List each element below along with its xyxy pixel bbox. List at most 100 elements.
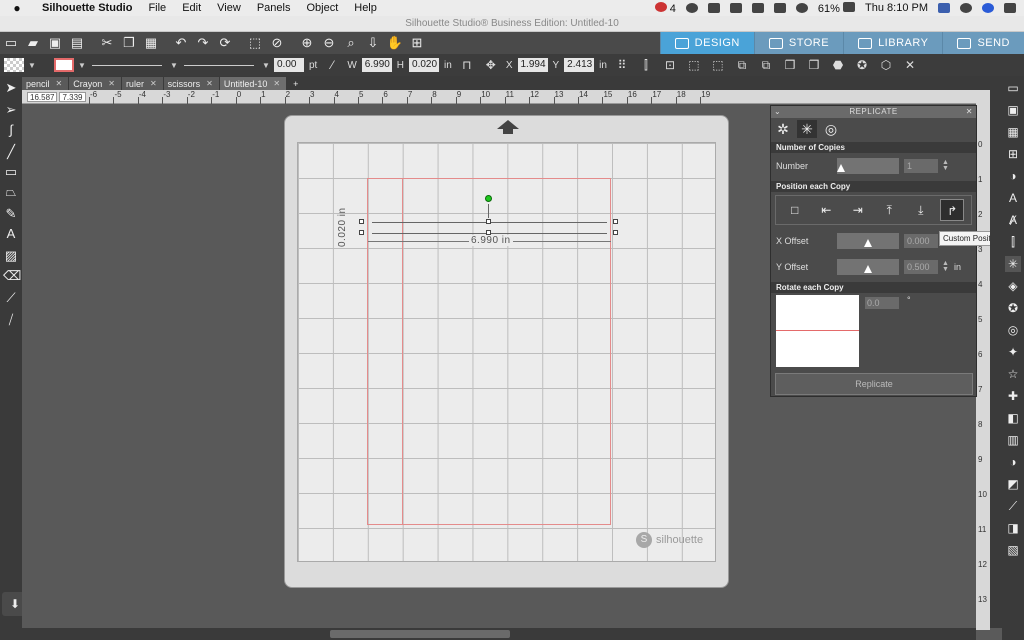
y-offset-input[interactable]: 0.500	[904, 260, 938, 274]
line-width-input[interactable]: 0.00	[274, 58, 304, 72]
eraser-icon[interactable]: ⌫	[3, 268, 21, 284]
warp-icon[interactable]: ⟋	[1005, 498, 1021, 514]
position-right-icon[interactable]: ⇥	[846, 199, 870, 221]
handle-bottom-left[interactable]	[359, 230, 364, 235]
offset-icon[interactable]: ✪	[853, 57, 871, 73]
horizontal-scrollbar[interactable]	[22, 628, 976, 640]
doc-tab-scissors[interactable]: scissors ✕	[163, 77, 219, 90]
close-icon[interactable]: ✕	[273, 79, 280, 88]
slider-knob[interactable]	[864, 265, 872, 273]
grid-settings-icon[interactable]: ▦	[1005, 124, 1021, 140]
close-icon[interactable]: ✕	[108, 79, 115, 88]
anchor-grid-icon[interactable]: ⠿	[613, 57, 631, 73]
fill-pattern-icon[interactable]: ▥	[1005, 432, 1021, 448]
replicate-button[interactable]: Replicate	[775, 373, 973, 395]
line-tool-icon[interactable]: ⁄	[323, 57, 341, 73]
position-none-icon[interactable]: □	[783, 199, 807, 221]
menubar-clock[interactable]: Thu 8:10 PM	[865, 2, 928, 14]
rhinestone-icon[interactable]: ◑	[1005, 454, 1021, 470]
print-icon[interactable]: ▤	[68, 35, 86, 51]
text-icon[interactable]: A	[3, 226, 19, 242]
group-icon[interactable]: ⬚	[685, 57, 703, 73]
center-icon[interactable]: ⊡	[661, 57, 679, 73]
save-icon[interactable]: ▣	[46, 35, 64, 51]
favorites-icon[interactable]: ☆	[1005, 366, 1021, 382]
select-all-icon[interactable]: ⬚	[246, 35, 264, 51]
lock-aspect-icon[interactable]: ⊓	[458, 57, 476, 73]
pixscan-icon[interactable]: ▣	[1005, 102, 1021, 118]
tab-send[interactable]: SEND	[942, 32, 1024, 54]
rotation-handle[interactable]	[485, 195, 492, 202]
rectangle-icon[interactable]: ▭	[3, 164, 19, 180]
pencil-icon[interactable]: ✎	[3, 206, 19, 222]
library-panel-icon[interactable]: ✚	[1005, 388, 1021, 404]
replicate-panel-icon[interactable]: ✳	[1005, 256, 1021, 272]
slider-knob[interactable]	[837, 164, 845, 172]
handle-top-left[interactable]	[359, 219, 364, 224]
slider-knob[interactable]	[864, 239, 872, 247]
redo-icon[interactable]: ↷	[194, 35, 212, 51]
x-position-input[interactable]: 1.994	[517, 58, 548, 72]
zoom-out-icon[interactable]: ⊖	[320, 35, 338, 51]
number-slider[interactable]	[837, 158, 899, 174]
fill-bucket-icon[interactable]: ▨	[3, 248, 19, 264]
rotate-preview[interactable]	[776, 295, 859, 367]
align-panel-icon[interactable]: ⫿	[1005, 234, 1021, 250]
y-position-input[interactable]: 2.413	[564, 58, 595, 72]
new-file-icon[interactable]: ▭	[2, 35, 20, 51]
bring-front-icon[interactable]: ❒	[781, 57, 799, 73]
send-back-icon[interactable]: ❒	[805, 57, 823, 73]
menu-app-name[interactable]: Silhouette Studio	[34, 2, 140, 14]
x-offset-slider[interactable]	[837, 233, 899, 249]
new-tab-button[interactable]: +	[287, 77, 304, 90]
open-folder-icon[interactable]: ▰	[24, 35, 42, 51]
color-icon[interactable]: ◑	[1005, 168, 1021, 184]
flag-icon[interactable]	[938, 3, 950, 13]
position-custom-icon[interactable]: ↱	[940, 199, 965, 221]
bezier-icon[interactable]: ∫	[3, 122, 19, 138]
point-edit-icon[interactable]: ➢	[3, 102, 19, 118]
position-left-icon[interactable]: ⇤	[814, 199, 838, 221]
deselect-icon[interactable]: ⊘	[268, 35, 286, 51]
y-offset-stepper[interactable]: ▲ ▼	[942, 260, 949, 273]
cube-icon[interactable]: ⬡	[877, 57, 895, 73]
menu-object[interactable]: Object	[298, 2, 346, 14]
move-icon[interactable]: ✥	[482, 57, 500, 73]
paste-icon[interactable]: ▦	[142, 35, 160, 51]
drive-icon[interactable]	[729, 3, 742, 13]
line-style-dropdown-icon[interactable]: ▼	[170, 61, 178, 70]
redraw-icon[interactable]: ⟳	[216, 35, 234, 51]
line-join-select[interactable]	[184, 64, 254, 66]
polygon-icon[interactable]: ⏢	[3, 184, 19, 200]
ungroup-icon[interactable]: ⬚	[709, 57, 727, 73]
notification-status[interactable]: 4	[654, 1, 676, 15]
menu-edit[interactable]: Edit	[174, 2, 209, 14]
menu-panels[interactable]: Panels	[249, 2, 299, 14]
line-color-dropdown-icon[interactable]: ▼	[78, 61, 86, 70]
apple-icon[interactable]: ●	[0, 1, 34, 15]
wifi-icon[interactable]	[795, 3, 808, 13]
copy-icon[interactable]: ❐	[120, 35, 138, 51]
handle-top-right[interactable]	[613, 219, 618, 224]
line-join-dropdown-icon[interactable]: ▼	[262, 61, 270, 70]
zoom-in-icon[interactable]: ⊕	[298, 35, 316, 51]
tab-store[interactable]: STORE	[753, 32, 844, 54]
tab-design[interactable]: DESIGN	[659, 32, 754, 54]
knife-icon[interactable]: ⟋	[3, 290, 19, 306]
eyedropper-icon[interactable]: ⧸	[3, 312, 19, 328]
transform-icon[interactable]: ⊞	[1005, 146, 1021, 162]
offset-panel-icon[interactable]: ✪	[1005, 300, 1021, 316]
undo-icon[interactable]: ↶	[172, 35, 190, 51]
fill-dropdown-icon[interactable]: ▼	[28, 61, 36, 70]
map-icon[interactable]: ▧	[1005, 542, 1021, 558]
modify-icon[interactable]: ◈	[1005, 278, 1021, 294]
drag-down-icon[interactable]: ⇩	[364, 35, 382, 51]
line-style-select[interactable]	[92, 64, 162, 66]
trace-icon[interactable]: ◎	[1005, 322, 1021, 338]
x-offset-input[interactable]: 0.000	[904, 234, 938, 248]
rotate-angle-input[interactable]: 0.0	[865, 297, 899, 309]
collapse-chevron-icon[interactable]: ⌄	[774, 106, 781, 118]
number-stepper[interactable]: ▲ ▼	[942, 159, 949, 172]
creative-cloud-icon[interactable]	[685, 3, 698, 13]
replicate-advanced-tab-icon[interactable]: ✳	[797, 120, 817, 138]
